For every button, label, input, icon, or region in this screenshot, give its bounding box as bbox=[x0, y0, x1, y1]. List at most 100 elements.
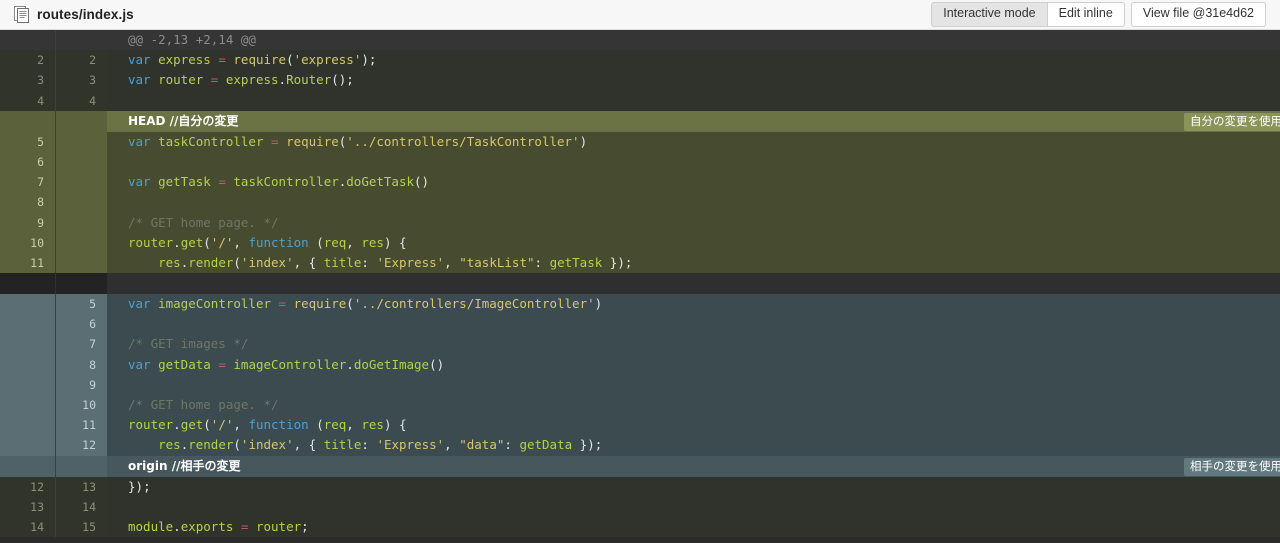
line-number-new: 6 bbox=[55, 314, 107, 335]
diff-row-theirs: 9 bbox=[0, 374, 1280, 395]
diff-row-ours: 5 var taskController = require('../contro… bbox=[0, 131, 1280, 152]
diff-row-context: 3 3 var router = express.Router(); bbox=[0, 70, 1280, 91]
diff-row-ours: 10 router.get('/', function (req, res) { bbox=[0, 232, 1280, 253]
diff-row-ours: 8 bbox=[0, 192, 1280, 213]
code-line bbox=[107, 90, 1280, 111]
line-number-new: 5 bbox=[55, 294, 107, 315]
line-number-new bbox=[55, 232, 107, 253]
code-line: var imageController = require('../contro… bbox=[107, 294, 1280, 315]
file-document-icon bbox=[14, 6, 29, 23]
code-line bbox=[107, 273, 1280, 295]
code-line: res.render('index', { title: 'Express', … bbox=[107, 252, 1280, 274]
marker-text: HEAD //自分の変更 bbox=[128, 113, 239, 128]
code-line: var getData = imageController.doGetImage… bbox=[107, 354, 1280, 375]
diff-row-ours: 7 var getTask = taskController.doGetTask(… bbox=[0, 172, 1280, 193]
code-line bbox=[107, 192, 1280, 213]
line-number-old: 11 bbox=[0, 252, 55, 274]
line-number-new: 11 bbox=[55, 415, 107, 436]
code-line: router.get('/', function (req, res) { bbox=[107, 415, 1280, 436]
line-number-new: 14 bbox=[55, 496, 107, 517]
line-number-new bbox=[55, 212, 107, 233]
line-number-old: 9 bbox=[0, 212, 55, 233]
use-their-changes-button[interactable]: 相手の変更を使用 bbox=[1184, 457, 1280, 476]
file-path-label: routes/index.js bbox=[37, 7, 134, 22]
file-header-bar: routes/index.js Interactive mode Edit in… bbox=[0, 0, 1280, 30]
diff-row-theirs: 11 router.get('/', function (req, res) { bbox=[0, 415, 1280, 436]
line-number-old bbox=[0, 354, 55, 375]
line-number-new: 9 bbox=[55, 374, 107, 395]
conflict-marker-ours: HEAD //自分の変更 自分の変更を使用 bbox=[0, 110, 1280, 132]
line-number-old bbox=[0, 374, 55, 395]
diff-row-theirs: 12 res.render('index', { title: 'Express… bbox=[0, 435, 1280, 456]
header-actions: Interactive mode Edit inline View file @… bbox=[931, 2, 1266, 27]
line-number-new: 2 bbox=[55, 50, 107, 71]
diff-row-theirs: 8 var getData = imageController.doGetImag… bbox=[0, 354, 1280, 375]
line-number-new: 3 bbox=[55, 70, 107, 91]
code-line: var express = require('express'); bbox=[107, 50, 1280, 71]
line-number-new bbox=[55, 110, 107, 132]
hunk-header-row: @@ -2,13 +2,14 @@ bbox=[0, 30, 1280, 51]
diff-row-ours: 6 bbox=[0, 151, 1280, 173]
diff-row-context: 2 2 var express = require('express'); bbox=[0, 50, 1280, 71]
line-number-new: 7 bbox=[55, 334, 107, 355]
code-line: }); bbox=[107, 476, 1280, 497]
hunk-header-text: @@ -2,13 +2,14 @@ bbox=[107, 30, 1280, 51]
diff-row-context: 13 14 bbox=[0, 496, 1280, 517]
edit-inline-button[interactable]: Edit inline bbox=[1047, 2, 1125, 27]
conflict-marker-theirs-label: origin //相手の変更 相手の変更を使用 bbox=[107, 455, 1280, 477]
line-number-old: 14 bbox=[0, 516, 55, 538]
line-number-old bbox=[0, 395, 55, 416]
diff-row-ours: 11 res.render('index', { title: 'Express… bbox=[0, 252, 1280, 274]
line-number-old bbox=[0, 455, 55, 477]
line-number-old: 5 bbox=[0, 131, 55, 152]
code-line: router.get('/', function (req, res) { bbox=[107, 232, 1280, 253]
diff-row-context: 44 bbox=[0, 90, 1280, 111]
line-number-old bbox=[0, 294, 55, 315]
line-number-old bbox=[0, 273, 55, 295]
line-number-new: 8 bbox=[55, 354, 107, 375]
line-number-new bbox=[55, 252, 107, 274]
file-title: routes/index.js bbox=[14, 6, 134, 23]
line-number-new: 15 bbox=[55, 516, 107, 538]
line-number-old: 8 bbox=[0, 192, 55, 213]
code-line: var taskController = require('../control… bbox=[107, 131, 1280, 152]
line-number-new bbox=[55, 192, 107, 213]
line-number-old bbox=[0, 415, 55, 436]
code-line bbox=[107, 496, 1280, 517]
view-file-button[interactable]: View file @31e4d62 bbox=[1130, 2, 1266, 27]
conflict-marker-theirs: origin //相手の変更 相手の変更を使用 bbox=[0, 455, 1280, 477]
code-line bbox=[107, 151, 1280, 173]
code-line: var router = express.Router(); bbox=[107, 70, 1280, 91]
line-number-new bbox=[55, 131, 107, 152]
interactive-mode-button[interactable]: Interactive mode bbox=[931, 2, 1048, 27]
line-number-old: 12 bbox=[0, 476, 55, 497]
line-number-new: 10 bbox=[55, 395, 107, 416]
line-number-old: 13 bbox=[0, 496, 55, 517]
diff-row-ours: 9 /* GET home page. */ bbox=[0, 212, 1280, 233]
code-line: res.render('index', { title: 'Express', … bbox=[107, 435, 1280, 456]
diff-row-theirs: 6 bbox=[0, 314, 1280, 335]
conflict-separator-row bbox=[0, 273, 1280, 295]
line-number-old bbox=[0, 435, 55, 456]
line-number-new: 12 bbox=[55, 435, 107, 456]
marker-text: origin //相手の変更 bbox=[128, 458, 241, 473]
line-number-new bbox=[55, 455, 107, 477]
line-number-old: 2 bbox=[0, 50, 55, 71]
conflict-marker-ours-label: HEAD //自分の変更 自分の変更を使用 bbox=[107, 110, 1280, 132]
code-line: /* GET home page. */ bbox=[107, 212, 1280, 233]
line-number-new: 13 bbox=[55, 476, 107, 497]
code-line: var getTask = taskController.doGetTask() bbox=[107, 172, 1280, 193]
diff-viewer[interactable]: @@ -2,13 +2,14 @@ 2 2 var express = require… bbox=[0, 30, 1280, 543]
diff-row-theirs: 5 var imageController = require('../contr… bbox=[0, 294, 1280, 315]
line-number-old bbox=[0, 30, 55, 51]
use-our-changes-button[interactable]: 自分の変更を使用 bbox=[1184, 112, 1280, 131]
line-number-old: 3 bbox=[0, 70, 55, 91]
code-line: module.exports = router; bbox=[107, 516, 1280, 538]
code-line bbox=[107, 374, 1280, 395]
line-number-old bbox=[0, 314, 55, 335]
line-number-new: 4 bbox=[55, 90, 107, 111]
code-line: /* GET home page. */ bbox=[107, 395, 1280, 416]
code-line bbox=[107, 314, 1280, 335]
line-number-new bbox=[55, 151, 107, 173]
line-number-old: 7 bbox=[0, 172, 55, 193]
